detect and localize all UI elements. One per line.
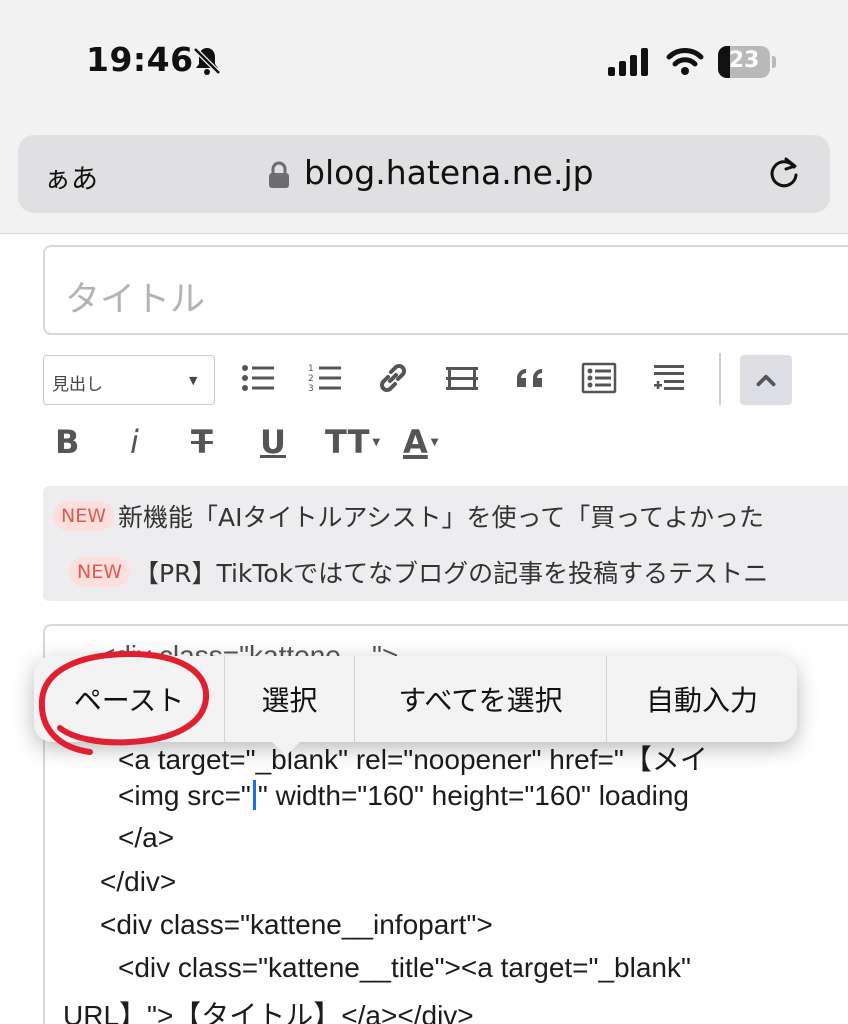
collapse-icon[interactable]: [740, 355, 792, 405]
edit-context-menu: ペースト 選択 すべてを選択 自動入力: [34, 656, 797, 742]
code-line: </div>: [100, 866, 177, 897]
insert-more-icon[interactable]: [647, 356, 691, 400]
font-size-label: TT: [325, 423, 370, 461]
notice-panel: NEW 新機能「AIタイトルアシスト」を使って「買ってよかった NEW 【PR】…: [43, 486, 848, 601]
address-bar[interactable]: ぁあ blog.hatena.ne.jp: [18, 135, 830, 213]
autofill-menu-item[interactable]: 自動入力: [607, 656, 797, 742]
notice-text[interactable]: 新機能「AIタイトルアシスト」を使って「買ってよかった: [118, 498, 764, 534]
paste-menu-item[interactable]: ペースト: [34, 656, 225, 742]
wifi-icon: [666, 48, 704, 75]
new-badge: NEW: [53, 501, 115, 531]
reload-icon[interactable]: [766, 155, 802, 191]
code-line: <img src=" " width="160" height="160" loa…: [118, 780, 689, 812]
underline-button[interactable]: U: [260, 420, 286, 464]
text-cursor: [252, 780, 256, 810]
code-line: <div class="kattene__infopart">: [100, 909, 493, 940]
svg-text:1: 1: [308, 364, 314, 374]
code-line: <div class="kattene__title"><a target="_…: [118, 952, 691, 983]
notice-item[interactable]: NEW 【PR】TikTokではてなブログの記事を投稿するテストニ: [69, 554, 768, 590]
select-all-menu-item[interactable]: すべてを選択: [355, 656, 607, 742]
notice-text[interactable]: 【PR】TikTokではてなブログの記事を投稿するテストニ: [134, 554, 768, 590]
lock-icon: [269, 161, 289, 188]
select-menu-item[interactable]: 選択: [225, 656, 355, 742]
svg-text:3: 3: [308, 384, 314, 394]
font-size-button[interactable]: TT ▼: [325, 420, 380, 464]
italic-button[interactable]: i: [130, 420, 139, 464]
url-text[interactable]: blog.hatena.ne.jp: [304, 153, 594, 192]
browser-chrome: 19:46 23 ぁあ blog.hatena.ne.jp: [0, 0, 848, 234]
bold-button[interactable]: B: [55, 420, 79, 464]
code-line: <a target="_blank" rel="noopener" href="…: [118, 744, 708, 775]
menu-pointer: [270, 740, 302, 756]
font-color-label: A: [403, 423, 428, 461]
chevron-down-icon: ▼: [430, 436, 439, 448]
quote-icon[interactable]: [509, 356, 553, 400]
text-size-button[interactable]: ぁあ: [44, 157, 98, 196]
bell-slash-icon: [193, 47, 221, 75]
title-input[interactable]: タイトル: [43, 245, 848, 335]
title-placeholder: タイトル: [65, 280, 206, 320]
code-line: </a>: [118, 822, 175, 853]
battery-percent: 23: [728, 48, 760, 73]
heading-select[interactable]: 見出し ▼: [43, 355, 215, 405]
code-fragment: " width="160" height="160" loading: [257, 780, 690, 811]
heading-select-value: 見出し: [52, 375, 103, 395]
code-fragment: <img src=": [118, 780, 251, 811]
new-badge: NEW: [69, 557, 131, 587]
chevron-down-icon: ▼: [372, 436, 381, 448]
cellular-signal-icon: [608, 48, 648, 76]
numbered-list-icon[interactable]: 123: [303, 356, 347, 400]
link-icon[interactable]: [371, 356, 415, 400]
toolbar-divider: [719, 353, 721, 405]
bulleted-list-icon[interactable]: [236, 356, 280, 400]
chevron-down-icon: ▼: [189, 374, 198, 387]
svg-text:2: 2: [308, 374, 314, 384]
battery-icon: 23: [718, 46, 776, 78]
definition-list-icon[interactable]: [577, 356, 621, 400]
font-color-button[interactable]: A ▼: [403, 420, 438, 464]
table-icon[interactable]: [440, 356, 484, 400]
strikethrough-button[interactable]: T: [191, 420, 213, 464]
code-line: URL】">【タイトル】</a></div>: [63, 1000, 474, 1024]
status-time: 19:46: [86, 40, 194, 79]
notice-item[interactable]: NEW 新機能「AIタイトルアシスト」を使って「買ってよかった: [53, 498, 764, 534]
